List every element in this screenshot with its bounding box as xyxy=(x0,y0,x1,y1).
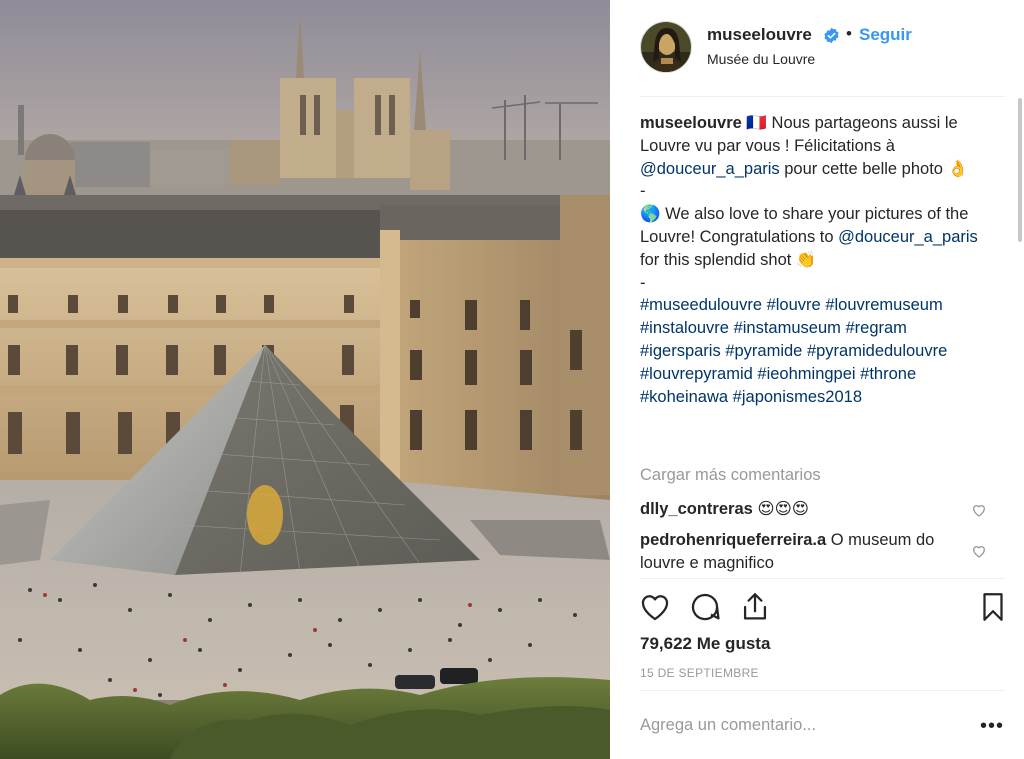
louvre-pyramid-photo xyxy=(0,0,610,759)
hashtag-link[interactable]: #instamuseum xyxy=(734,319,841,337)
hashtag-link[interactable]: #koheinawa xyxy=(640,388,728,406)
post-header: museelouvre • Seguir Musée du Louvre xyxy=(610,0,1024,96)
caption-french: museelouvre 🇫🇷 Nous partageons aussi le … xyxy=(640,112,992,180)
comment-bubble-icon[interactable] xyxy=(688,590,722,624)
hashtag-link[interactable]: #pyramidedulouvre xyxy=(807,342,947,360)
globe-emoji: 🌎 xyxy=(640,205,661,224)
caption-username[interactable]: museelouvre xyxy=(640,114,742,132)
caption-dash: - xyxy=(640,273,646,292)
load-more-comments-button[interactable]: Cargar más comentarios xyxy=(640,466,821,485)
hashtag-link[interactable]: #pyramide xyxy=(725,342,802,360)
comments-scrollbar[interactable] xyxy=(1018,98,1022,242)
hashtag-link[interactable]: #throne xyxy=(860,365,916,383)
hashtags: #museedulouvre #louvre #louvremuseum #in… xyxy=(640,294,992,408)
hashtag-link[interactable]: #regram xyxy=(845,319,906,337)
avatar[interactable] xyxy=(640,21,692,73)
likes-count[interactable]: 79,622 Me gusta xyxy=(640,634,770,654)
separator-dot: • xyxy=(846,24,852,43)
comment-item: dlly_contreras 😍😍😍 xyxy=(640,498,970,521)
small-heart-icon[interactable] xyxy=(971,543,987,559)
hashtag-link[interactable]: #louvre xyxy=(767,296,821,314)
divider xyxy=(640,578,1005,579)
comment-username[interactable]: pedrohenriqueferreira.a xyxy=(640,531,826,549)
small-heart-icon[interactable] xyxy=(971,502,987,518)
caption-text: for this splendid shot xyxy=(640,250,796,269)
mention-link[interactable]: @douceur_a_paris xyxy=(838,228,978,246)
hashtag-link[interactable]: #igersparis xyxy=(640,342,721,360)
bookmark-icon[interactable] xyxy=(976,590,1010,624)
post-date[interactable]: 15 DE SEPTIEMBRE xyxy=(640,666,759,680)
divider xyxy=(640,690,1005,691)
comment-username[interactable]: dlly_contreras xyxy=(640,500,753,518)
ok-hand-emoji: 👌 xyxy=(947,159,969,178)
hashtag-link[interactable]: #louvremuseum xyxy=(825,296,942,314)
add-comment-input[interactable]: Agrega un comentario... xyxy=(640,716,816,735)
hashtag-link[interactable]: #instalouvre xyxy=(640,319,729,337)
instagram-post: museelouvre • Seguir Musée du Louvre mus… xyxy=(0,0,1024,759)
location-link[interactable]: Musée du Louvre xyxy=(707,51,815,67)
caption-english: 🌎 We also love to share your pictures of… xyxy=(640,203,992,271)
caption-dash: - xyxy=(640,182,646,201)
follow-button[interactable]: Seguir xyxy=(859,25,912,45)
heart-icon[interactable] xyxy=(638,590,672,624)
flag-emoji: 🇫🇷 xyxy=(746,114,767,132)
mention-link[interactable]: @douceur_a_paris xyxy=(640,160,780,178)
post-photo[interactable] xyxy=(0,0,610,759)
post-side-panel: museelouvre • Seguir Musée du Louvre mus… xyxy=(610,0,1024,759)
more-options-button[interactable]: ••• xyxy=(980,716,1004,736)
verified-badge-icon xyxy=(823,27,840,44)
hashtag-link[interactable]: #louvrepyramid xyxy=(640,365,753,383)
comment-text: 😍😍😍 xyxy=(752,500,809,518)
share-icon[interactable] xyxy=(738,590,772,624)
comment-item: pedrohenriqueferreira.a O museum do louv… xyxy=(640,529,960,575)
hashtag-link[interactable]: #museedulouvre xyxy=(640,296,762,314)
caption: museelouvre 🇫🇷 Nous partageons aussi le … xyxy=(640,112,992,408)
hashtag-link[interactable]: #japonismes2018 xyxy=(733,388,862,406)
mona-lisa-avatar-image xyxy=(641,22,691,72)
hashtag-link[interactable]: #ieohmingpei xyxy=(757,365,855,383)
clap-emoji: 👏 xyxy=(795,250,817,269)
divider xyxy=(640,96,1005,97)
caption-text: pour cette belle photo xyxy=(779,159,948,178)
header-username[interactable]: museelouvre xyxy=(707,25,812,45)
